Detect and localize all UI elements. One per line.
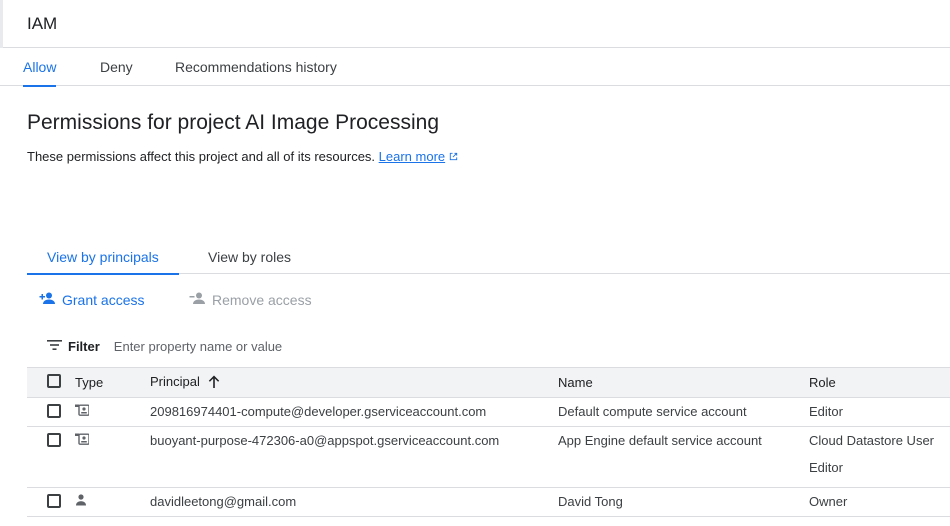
add-person-icon <box>39 292 56 308</box>
name-cell: Default compute service account <box>558 404 747 419</box>
column-principal-label: Principal <box>150 374 200 389</box>
grant-access-label: Grant access <box>62 292 145 308</box>
learn-more-label: Learn more <box>378 149 446 164</box>
app-header: IAM <box>0 0 950 48</box>
learn-more-link[interactable]: Learn more <box>379 149 459 164</box>
filter-bar: Filter <box>47 339 414 354</box>
tab-view-by-principals[interactable]: View by principals <box>27 240 179 275</box>
principal-cell: davidleetong@gmail.com <box>150 494 297 509</box>
principal-cell: buoyant-purpose-472306-a0@appspot.gservi… <box>150 433 500 448</box>
service-account-icon <box>75 404 90 419</box>
tab-view-by-roles[interactable]: View by roles <box>208 240 291 274</box>
filter-icon <box>47 339 62 354</box>
permission-tabs: Allow Deny Recommendations history <box>0 49 950 87</box>
name-cell: David Tong <box>558 494 623 509</box>
app-title: IAM <box>27 14 58 33</box>
name-cell: App Engine default service account <box>558 433 762 448</box>
remove-person-icon <box>189 292 206 308</box>
role-cell: Cloud Datastore User Editor <box>809 427 950 488</box>
row-checkbox[interactable] <box>47 404 61 418</box>
role-entry: Cloud Datastore User <box>809 433 934 448</box>
principals-table: Type Principal Name Role 209816974401-co… <box>27 367 950 517</box>
person-icon <box>75 494 87 509</box>
filter-input[interactable] <box>113 339 414 354</box>
view-tabs: View by principals View by roles <box>27 240 950 275</box>
tab-allow[interactable]: Allow <box>23 49 57 87</box>
service-account-icon <box>75 433 90 448</box>
column-principal[interactable]: Principal <box>150 368 558 398</box>
principal-cell: 209816974401-compute@developer.gservicea… <box>150 404 487 419</box>
header-edge <box>0 0 3 48</box>
tab-recommendations-history[interactable]: Recommendations history <box>175 49 337 86</box>
remove-access-label: Remove access <box>212 292 312 308</box>
page-subtitle: These permissions affect this project an… <box>27 149 459 165</box>
column-name: Name <box>558 375 593 390</box>
column-type: Type <box>75 375 104 390</box>
table-header-row: Type Principal Name Role <box>27 367 950 398</box>
page-title: Permissions for project AI Image Process… <box>27 111 440 134</box>
row-checkbox[interactable] <box>47 494 61 508</box>
column-role: Role <box>809 375 836 390</box>
select-all-checkbox[interactable] <box>47 374 61 388</box>
table-row: 209816974401-compute@developer.gservicea… <box>27 398 950 427</box>
tab-deny[interactable]: Deny <box>100 49 133 86</box>
role-cell: Owner <box>809 494 848 509</box>
grant-access-button[interactable]: Grant access <box>39 292 144 308</box>
row-checkbox[interactable] <box>47 433 61 447</box>
table-row: buoyant-purpose-472306-a0@appspot.gservi… <box>27 427 950 488</box>
remove-access-button[interactable]: Remove access <box>189 292 312 308</box>
role-entry: Editor <box>809 460 843 475</box>
filter-label: Filter <box>68 339 100 354</box>
role-cell: Editor <box>809 404 843 419</box>
sort-ascending-icon[interactable] <box>208 375 220 391</box>
external-link-icon <box>448 150 459 165</box>
subtitle-text: These permissions affect this project an… <box>27 149 376 164</box>
table-row: davidleetong@gmail.com David Tong Owner <box>27 488 950 517</box>
